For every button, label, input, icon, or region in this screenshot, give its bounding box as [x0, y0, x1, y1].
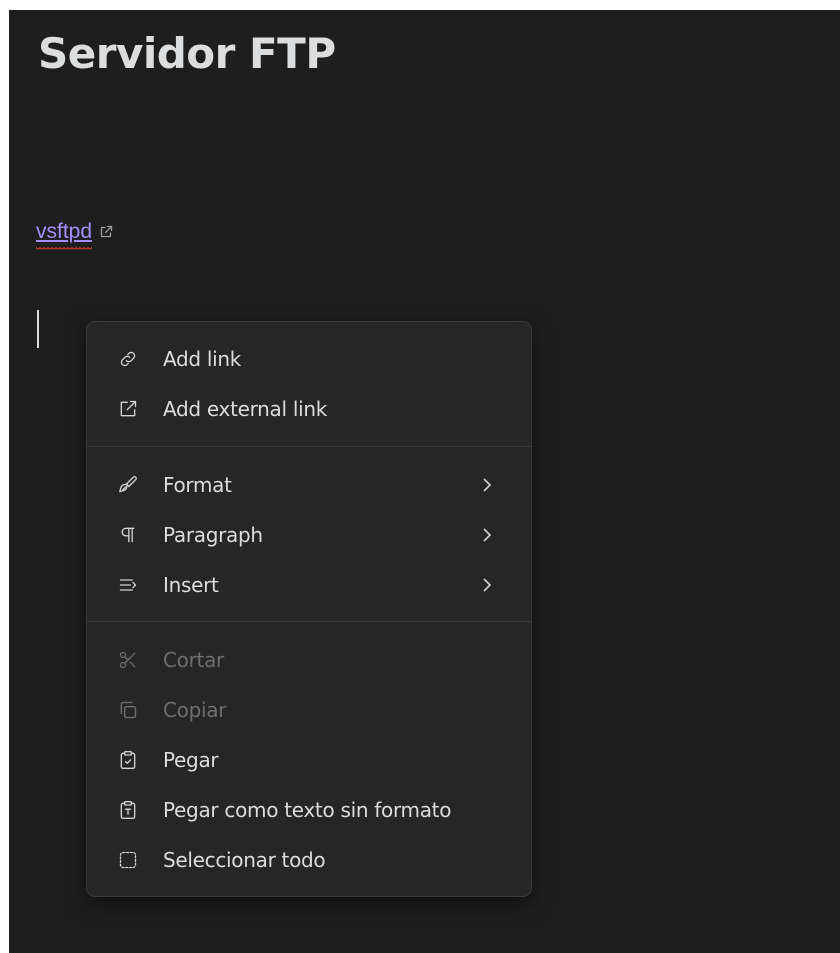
menu-item-add-external-link[interactable]: Add external link — [87, 387, 531, 431]
external-link-icon — [99, 225, 113, 239]
menu-separator — [87, 446, 531, 447]
copy-icon — [117, 699, 139, 721]
menu-item-label: Add external link — [163, 397, 328, 421]
menu-item-label: Paragraph — [163, 523, 263, 547]
pilcrow-icon — [117, 524, 139, 546]
editor-pane[interactable]: Servidor FTP vsftpd Add link Add externa… — [9, 10, 840, 953]
list-insert-icon — [117, 574, 139, 596]
paintbrush-icon — [117, 474, 139, 496]
external-link-row: vsftpd — [36, 220, 113, 251]
menu-item-cortar[interactable]: Cortar — [87, 638, 531, 682]
menu-item-add-link[interactable]: Add link — [87, 337, 531, 381]
menu-item-pegar-texto-sin-formato[interactable]: Pegar como texto sin formato — [87, 788, 531, 832]
external-link-icon — [117, 398, 139, 420]
menu-separator — [87, 621, 531, 622]
external-link[interactable]: vsftpd — [36, 220, 93, 251]
text-cursor — [37, 310, 39, 348]
menu-item-seleccionar-todo[interactable]: Seleccionar todo — [87, 838, 531, 882]
menu-item-copiar[interactable]: Copiar — [87, 688, 531, 732]
chevron-right-icon — [480, 527, 494, 543]
clipboard-text-icon — [117, 799, 139, 821]
link-icon — [117, 348, 139, 370]
clipboard-check-icon — [117, 749, 139, 771]
menu-item-label: Pegar como texto sin formato — [163, 798, 452, 822]
chevron-right-icon — [480, 577, 494, 593]
menu-item-label: Cortar — [163, 648, 224, 672]
note-title[interactable]: Servidor FTP — [38, 22, 336, 86]
menu-item-paragraph[interactable]: Paragraph — [87, 513, 531, 557]
menu-item-label: Format — [163, 473, 232, 497]
menu-item-pegar[interactable]: Pegar — [87, 738, 531, 782]
scissors-icon — [117, 649, 139, 671]
menu-item-label: Insert — [163, 573, 219, 597]
menu-item-label: Copiar — [163, 698, 227, 722]
select-all-icon — [117, 849, 139, 871]
menu-item-label: Pegar — [163, 748, 219, 772]
menu-item-insert[interactable]: Insert — [87, 563, 531, 607]
menu-item-label: Seleccionar todo — [163, 848, 326, 872]
context-menu: Add link Add external link Format Paragr… — [86, 321, 532, 897]
chevron-right-icon — [480, 477, 494, 493]
menu-item-format[interactable]: Format — [87, 463, 531, 507]
menu-item-label: Add link — [163, 347, 242, 371]
